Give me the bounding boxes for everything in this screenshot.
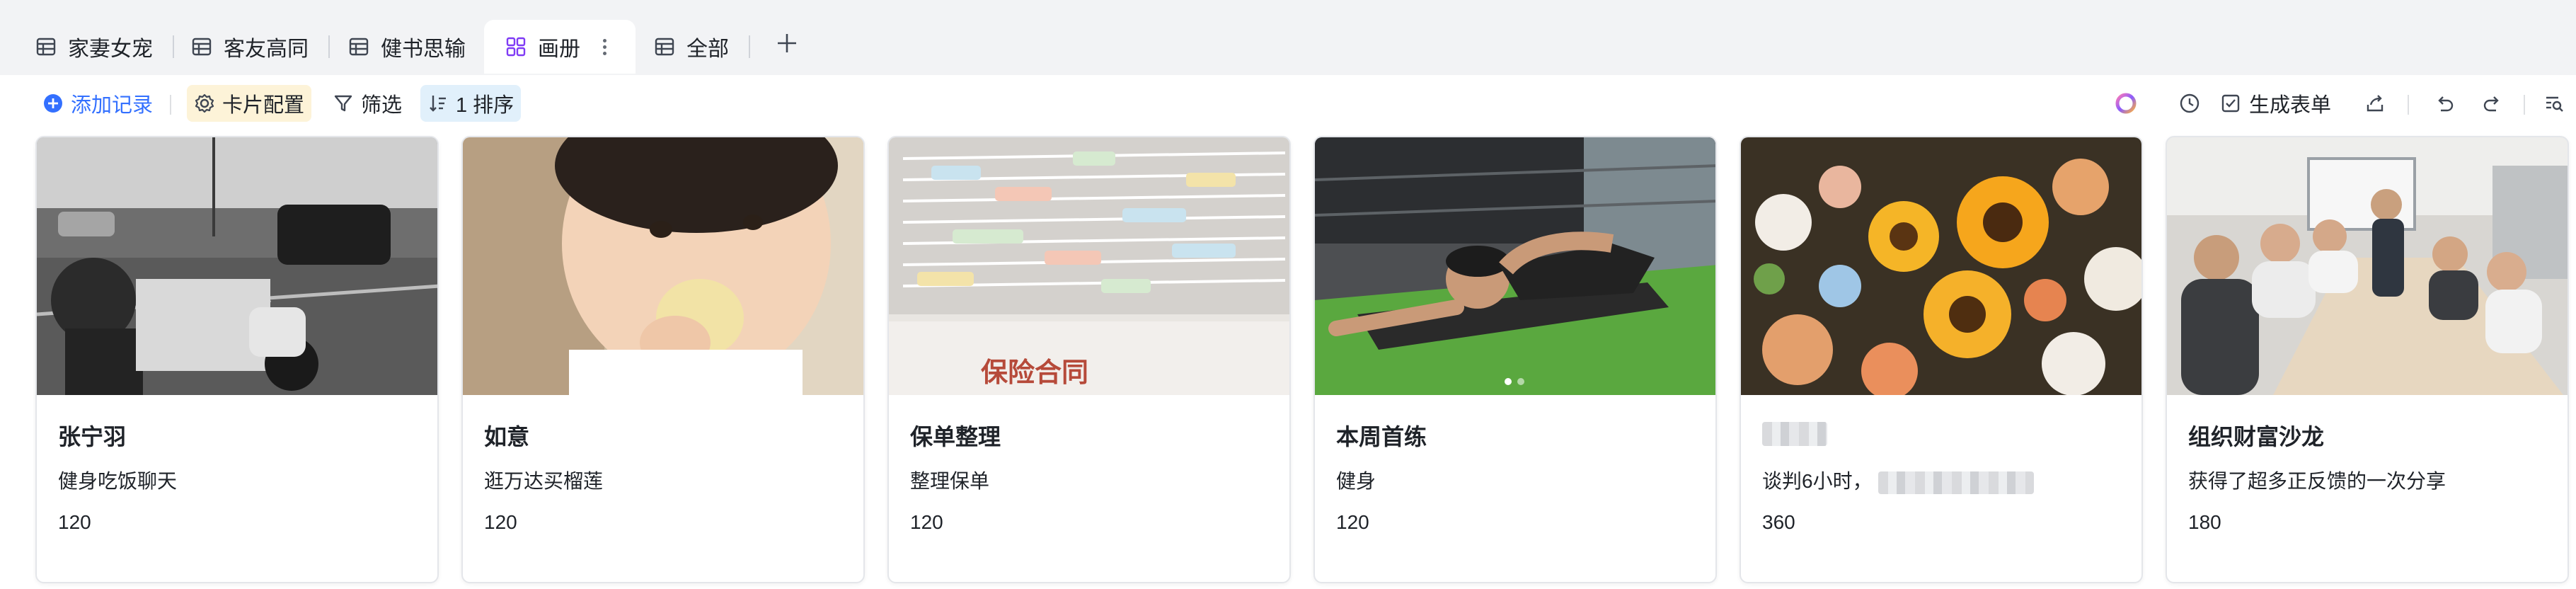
undo-icon[interactable] — [2430, 89, 2459, 118]
tab-label: 画册 — [538, 38, 580, 61]
filter-label: 筛选 — [361, 94, 403, 117]
card-title: 如意 — [484, 424, 530, 450]
tab-gallery[interactable]: 画册 — [484, 20, 636, 74]
card-title: 张宁羽 — [58, 424, 127, 450]
card-description: 健身 — [1336, 470, 1376, 492]
tab-jianshu[interactable]: 健书思输 — [348, 20, 466, 74]
cover-image: 保险合同 — [889, 137, 1289, 395]
tab-jiaqi[interactable]: 家妻女宠 — [35, 20, 153, 74]
add-record-button[interactable]: 添加记录 — [35, 85, 160, 122]
filter-icon — [334, 95, 352, 112]
more-vertical-icon[interactable] — [600, 38, 609, 55]
card-title — [1762, 419, 1827, 446]
gear-icon — [195, 93, 214, 113]
sort-button[interactable]: 1 排序 — [420, 85, 522, 122]
redo-icon[interactable] — [2478, 89, 2507, 118]
tab-all[interactable]: 全部 — [654, 20, 729, 74]
card-config-button[interactable]: 卡片配置 — [187, 85, 312, 122]
gallery-card[interactable]: 如意 逛万达买榴莲 120 — [461, 136, 865, 583]
card-title: 组织财富沙龙 — [2188, 424, 2325, 450]
tab-keyou[interactable]: 客友高同 — [191, 20, 309, 74]
form-icon[interactable] — [2216, 89, 2245, 118]
table-icon — [36, 38, 56, 56]
table-icon — [192, 38, 212, 56]
card-description-text: 谈判6小时， — [1762, 470, 1873, 492]
add-record-label: 添加记录 — [71, 94, 154, 117]
card-number: 180 — [2188, 511, 2221, 533]
card-description: 健身吃饭聊天 — [58, 470, 178, 492]
history-icon[interactable] — [2175, 89, 2204, 118]
filter-button[interactable]: 筛选 — [326, 85, 409, 122]
cover-image — [463, 137, 863, 395]
card-description: 谈判6小时， — [1762, 466, 2034, 494]
card-number: 120 — [484, 511, 517, 533]
cover-image — [37, 137, 437, 395]
card-number: 120 — [1336, 511, 1369, 533]
gallery-icon — [506, 37, 526, 57]
gallery-card[interactable]: 保险合同 保单整理 整理保单 120 — [887, 136, 1291, 583]
tab-divider — [749, 35, 750, 58]
tab-label: 健书思输 — [381, 38, 466, 61]
cover-image — [2167, 137, 2568, 395]
view-tab-bar: 家妻女宠 客友高同 健书思输 画册 全部 — [0, 0, 2576, 75]
card-config-label: 卡片配置 — [222, 94, 305, 117]
card-title: 本周首练 — [1336, 424, 1427, 450]
gallery-card[interactable]: 张宁羽 健身吃饭聊天 120 — [35, 136, 439, 583]
card-title: 保单整理 — [910, 424, 1001, 450]
tab-label: 家妻女宠 — [68, 38, 153, 61]
generate-form-button[interactable]: 生成表单 — [2249, 89, 2331, 118]
redacted-text — [1878, 471, 2034, 494]
add-view-icon[interactable] — [775, 31, 799, 55]
toolbar: 添加记录 卡片配置 筛选 1 排序 生成表单 — [11, 75, 2576, 130]
table-icon — [655, 38, 674, 56]
sort-label: 1 排序 — [456, 94, 514, 117]
cover-image — [1315, 137, 1715, 395]
card-number: 120 — [910, 511, 943, 533]
card-description: 获得了超多正反馈的一次分享 — [2188, 470, 2446, 492]
cover-image — [1741, 137, 2141, 395]
gallery-card[interactable]: 谈判6小时， 360 — [1740, 136, 2143, 583]
sort-icon — [430, 96, 446, 112]
tab-label: 全部 — [686, 38, 729, 61]
generate-form-label: 生成表单 — [2249, 94, 2332, 117]
gallery-board: 张宁羽 健身吃饭聊天 120 如意 逛万达买榴莲 120 保险合同 保单整理 整… — [0, 130, 2576, 589]
toolbar-divider — [170, 95, 171, 115]
svg-text:保险合同: 保险合同 — [981, 357, 1088, 388]
card-number: 360 — [1762, 511, 1795, 533]
ai-assistant-icon[interactable] — [2112, 89, 2140, 118]
gallery-card[interactable]: 组织财富沙龙 获得了超多正反馈的一次分享 180 — [2166, 136, 2569, 583]
tab-divider — [328, 35, 330, 58]
toolbar-divider — [2524, 95, 2525, 115]
redacted-title — [1762, 421, 1827, 446]
plus-circle-icon — [44, 94, 62, 113]
table-icon — [349, 38, 369, 56]
card-description: 逛万达买榴莲 — [484, 470, 604, 492]
card-description: 整理保单 — [910, 470, 990, 492]
toolbar-divider — [2408, 95, 2409, 115]
search-records-icon[interactable] — [2541, 89, 2569, 118]
carousel-indicator[interactable] — [1500, 378, 1529, 388]
card-number: 120 — [58, 511, 91, 533]
gallery-card[interactable]: 本周首练 健身 120 — [1313, 136, 1717, 583]
tab-label: 客友高同 — [224, 38, 309, 61]
share-icon[interactable] — [2361, 89, 2389, 118]
tab-divider — [173, 35, 174, 58]
